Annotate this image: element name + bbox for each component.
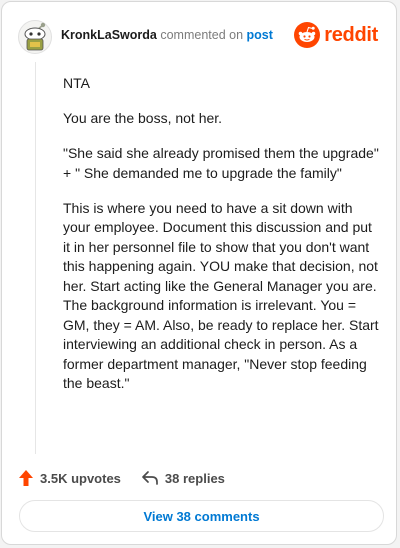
upvote-count: 3.5K upvotes xyxy=(40,470,121,486)
comment-paragraph: You are the boss, not her. xyxy=(63,110,223,126)
comment-meta: KronkLaSworda commented on post xyxy=(61,28,273,42)
reply-count: 38 replies xyxy=(164,470,225,486)
comment-paragraph: This is where you need to have a sit dow… xyxy=(63,199,379,392)
comment-card: KronkLaSworda commented on post reddit N… xyxy=(1,1,397,545)
comment-header: KronkLaSworda commented on post reddit xyxy=(18,18,380,54)
comment-paragraph: NTA xyxy=(63,75,90,91)
comment-paragraph: "She said she already promised them the … xyxy=(63,145,379,181)
reddit-logo-icon xyxy=(294,22,321,48)
upvote-arrow-icon xyxy=(19,470,33,486)
reply-arrow-icon xyxy=(142,471,158,485)
comment-footer: 3.5K upvotes 38 replies xyxy=(18,467,225,489)
thread-line xyxy=(35,62,36,454)
username-link[interactable]: KronkLaSworda xyxy=(61,28,157,42)
post-link[interactable]: post xyxy=(247,28,273,42)
commented-on-text: commented on xyxy=(160,28,244,42)
reddit-brand[interactable]: reddit xyxy=(294,22,378,48)
user-avatar[interactable] xyxy=(18,20,52,54)
view-comments-button[interactable]: View 38 comments xyxy=(19,500,384,532)
reddit-wordmark: reddit xyxy=(324,23,378,46)
upvote-button[interactable]: 3.5K upvotes xyxy=(18,469,121,487)
comment-body: NTA You are the boss, not her. "She said… xyxy=(63,74,381,409)
replies-button[interactable]: 38 replies xyxy=(141,470,225,486)
